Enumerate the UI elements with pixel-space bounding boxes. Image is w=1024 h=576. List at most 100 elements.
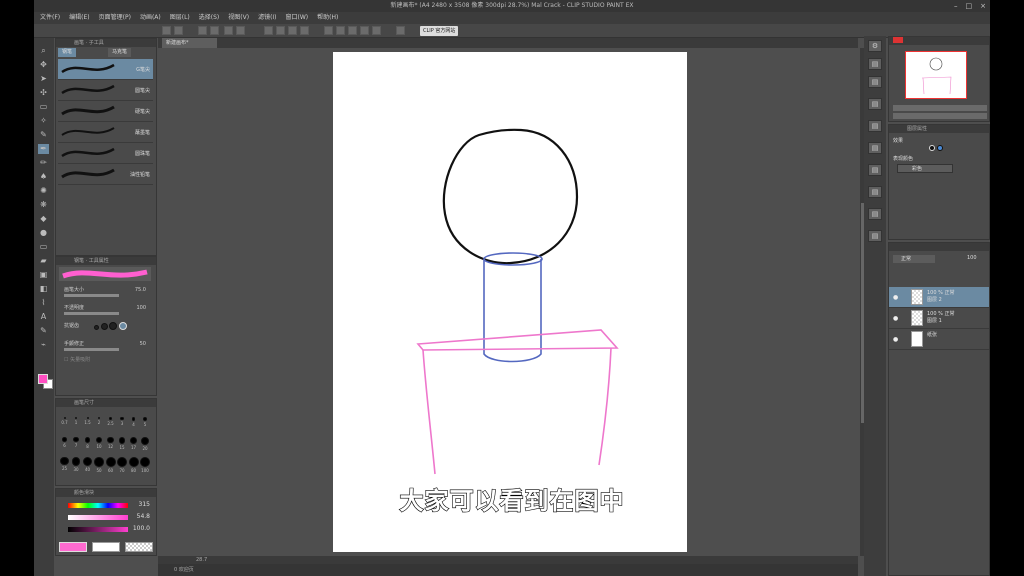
navigator-dock-icon[interactable]: ⚙: [868, 40, 882, 52]
navigator-rotate-slider[interactable]: [893, 113, 987, 119]
vector-snap-row[interactable]: ☐ 矢量吸附: [64, 355, 152, 365]
menu-window[interactable]: 窗口(W): [286, 12, 309, 24]
brush-size-preset[interactable]: 20: [140, 437, 151, 451]
zoom-tool-icon[interactable]: ⌕: [38, 46, 49, 56]
brush-size-preset[interactable]: 70: [117, 457, 128, 473]
menu-filter[interactable]: 滤镜(I): [258, 12, 276, 24]
brush-item[interactable]: 蘸墨笔: [58, 122, 153, 143]
main-color-swatch[interactable]: [38, 374, 48, 384]
selection-tool-icon[interactable]: ▭: [38, 102, 49, 112]
airbrush-tool-icon[interactable]: ✺: [38, 186, 49, 196]
anti-alias-options[interactable]: [94, 322, 127, 334]
layer-property-dock-icon[interactable]: ▤: [868, 98, 882, 110]
figure-tool-icon[interactable]: ▣: [38, 270, 49, 280]
eye-icon[interactable]: ●: [893, 315, 898, 322]
brush-size-preset[interactable]: 6: [59, 437, 70, 451]
brush-size-slider[interactable]: [64, 294, 119, 297]
brush-size-preset[interactable]: 40: [82, 457, 93, 472]
open-file-icon[interactable]: [174, 26, 183, 35]
current-color-swatch[interactable]: [59, 542, 87, 552]
pencil-tool-icon[interactable]: ✏: [38, 158, 49, 168]
eye-icon[interactable]: ●: [893, 336, 898, 343]
save-icon[interactable]: [198, 26, 207, 35]
brush-item[interactable]: 圆笔尖: [58, 80, 153, 101]
brush-size-preset[interactable]: 1: [71, 417, 82, 431]
zoom-value[interactable]: 28.7: [196, 556, 207, 564]
menu-layer[interactable]: 图层(L): [170, 12, 190, 24]
brush-size-preset[interactable]: 5: [140, 417, 151, 431]
text-tool-icon[interactable]: A: [38, 312, 49, 322]
opacity-slider[interactable]: [64, 312, 119, 315]
gradient-tool-icon[interactable]: ▰: [38, 256, 49, 266]
frame-tool-icon[interactable]: ◧: [38, 284, 49, 294]
layer-row[interactable]: ● 纸张: [889, 329, 989, 350]
menu-file[interactable]: 文件(F): [40, 12, 60, 24]
menu-edit[interactable]: 编辑(E): [69, 12, 89, 24]
brush-size-preset[interactable]: 12: [105, 437, 116, 451]
tab-pen[interactable]: 钢笔: [58, 48, 77, 57]
snap-special-icon[interactable]: [372, 26, 381, 35]
menu-select[interactable]: 选择(S): [199, 12, 220, 24]
redo-icon[interactable]: [236, 26, 245, 35]
export-icon[interactable]: [210, 26, 219, 35]
navigator-tab-icon[interactable]: [893, 37, 903, 43]
search-layer-dock-icon[interactable]: ▤: [868, 186, 882, 198]
operation-tool-icon[interactable]: ➤: [38, 74, 49, 84]
brush-size-preset[interactable]: 15: [117, 437, 128, 451]
new-file-icon[interactable]: [162, 26, 171, 35]
effect-icons[interactable]: [929, 145, 943, 153]
sub-view-dock-icon[interactable]: ▤: [868, 58, 882, 70]
brush-size-preset[interactable]: 100: [140, 457, 151, 473]
history-dock-icon[interactable]: ▤: [868, 142, 882, 154]
brush-size-row[interactable]: 画笔大小 75.0: [64, 285, 152, 297]
layer-row[interactable]: ● 100 % 正常 图层 2: [889, 287, 989, 308]
menu-view[interactable]: 视图(V): [228, 12, 249, 24]
color-mode-select[interactable]: 彩色: [897, 164, 953, 173]
brush-item[interactable]: 油性铅笔: [58, 164, 153, 185]
navigator-thumbnail[interactable]: [905, 51, 967, 99]
pen-tool-icon[interactable]: ✒: [38, 144, 49, 154]
stabilization-slider[interactable]: [64, 348, 119, 351]
animation-dock-icon[interactable]: ▤: [868, 208, 882, 220]
menu-help[interactable]: 帮助(H): [317, 12, 338, 24]
brush-size-preset[interactable]: 25: [59, 457, 70, 471]
minimize-button[interactable]: –: [954, 0, 958, 12]
tab-marker[interactable]: 马克笔: [108, 48, 132, 57]
brush-size-preset[interactable]: 30: [71, 457, 82, 472]
maximize-button[interactable]: □: [966, 0, 973, 12]
brush-tool-icon[interactable]: ♠: [38, 172, 49, 182]
brush-size-preset[interactable]: 17: [128, 437, 139, 451]
opacity-row[interactable]: 不透明度 100: [64, 303, 152, 315]
brush-size-preset[interactable]: 60: [105, 457, 116, 473]
blend-tool-icon[interactable]: ●: [38, 228, 49, 238]
snap-grid-icon[interactable]: [360, 26, 369, 35]
menu-page[interactable]: 页面管理(P): [99, 12, 131, 24]
eyedropper-tool-icon[interactable]: ✎: [38, 130, 49, 140]
undo-icon[interactable]: [224, 26, 233, 35]
fill-tool-icon[interactable]: ▭: [38, 242, 49, 252]
clip-official-site-button[interactable]: CLIP 官方网站: [420, 26, 459, 36]
material-dock-icon[interactable]: ▤: [868, 76, 882, 88]
menu-animation[interactable]: 动画(A): [140, 12, 161, 24]
balloon-tool-icon[interactable]: ✎: [38, 326, 49, 336]
brush-size-preset[interactable]: 4: [128, 417, 139, 431]
brush-size-preset[interactable]: 0.7: [59, 417, 70, 431]
layer-dock-icon[interactable]: ▤: [868, 120, 882, 132]
transparent-color-box[interactable]: [125, 542, 153, 552]
brush-size-preset[interactable]: 50: [94, 457, 105, 473]
drawing-canvas[interactable]: [333, 52, 687, 552]
auto-select-tool-icon[interactable]: ✧: [38, 116, 49, 126]
close-button[interactable]: ×: [980, 0, 986, 12]
brush-size-preset[interactable]: 7: [71, 437, 82, 451]
brush-size-preset[interactable]: 2.5: [105, 417, 116, 431]
clear-icon[interactable]: [264, 26, 273, 35]
correct-line-tool-icon[interactable]: ⌁: [38, 340, 49, 350]
move-layer-tool-icon[interactable]: ✣: [38, 88, 49, 98]
item-bank-dock-icon[interactable]: ▤: [868, 230, 882, 242]
layer-row[interactable]: ● 100 % 正常 图层 1: [889, 308, 989, 329]
brush-size-preset[interactable]: 10: [94, 437, 105, 451]
layer-opacity-value[interactable]: 100: [967, 255, 977, 261]
brush-size-preset[interactable]: 3: [117, 417, 128, 431]
decoration-tool-icon[interactable]: ❋: [38, 200, 49, 210]
navigator-zoom-slider[interactable]: [893, 105, 987, 111]
